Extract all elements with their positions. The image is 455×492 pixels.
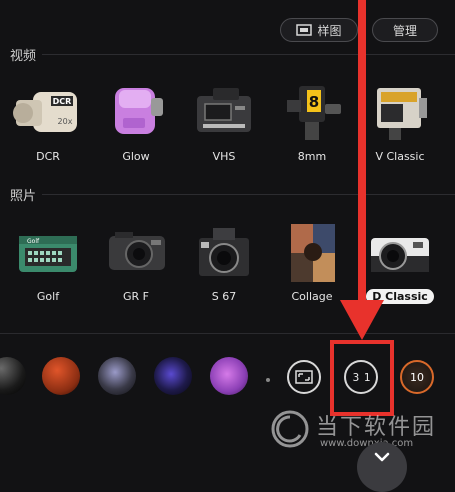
- section-title-video: 视频: [10, 49, 37, 64]
- camera-item-s-67[interactable]: S 67: [184, 222, 264, 304]
- camcorder-v-classic-icon: [377, 88, 427, 140]
- annotation-arrow-shaft: [358, 0, 366, 305]
- section-divider: [42, 54, 455, 55]
- annotation-highlight-box: [330, 340, 394, 416]
- expand-button[interactable]: [357, 442, 407, 492]
- separator-dot: [266, 378, 270, 382]
- lens-filter-purple[interactable]: [154, 357, 192, 395]
- timer-button[interactable]: 10: [400, 360, 434, 394]
- camera-item-golf[interactable]: Golf Golf: [8, 222, 88, 304]
- svg-text:DCR: DCR: [53, 97, 72, 106]
- camera-label: 8mm: [297, 150, 327, 163]
- camera-label: Collage: [291, 290, 333, 303]
- section-divider: [42, 194, 455, 195]
- frame-corners-icon: [295, 370, 313, 384]
- timer-value: 10: [410, 370, 424, 384]
- svg-text:Golf: Golf: [27, 238, 40, 245]
- camera-item-glow[interactable]: Glow: [96, 82, 176, 164]
- camera-label: S 67: [211, 290, 237, 303]
- camera-label: GR F: [123, 290, 149, 303]
- camera-gr-f-icon: [109, 232, 165, 270]
- section-title-photo: 照片: [10, 189, 37, 204]
- manage-label: 管理: [392, 23, 417, 38]
- camera-s-67-icon: [199, 228, 249, 276]
- camera-label: Golf: [36, 290, 60, 303]
- camera-item-v-classic[interactable]: V Classic: [360, 82, 440, 164]
- watermark-main-text: 当下软件园: [316, 415, 437, 440]
- collage-photo-icon: [291, 224, 335, 282]
- camera-item-d-classic[interactable]: D Classic: [360, 222, 440, 304]
- svg-text:8: 8: [309, 93, 319, 111]
- camera-golf-icon: Golf: [19, 236, 77, 272]
- sample-images-label: 样图: [317, 23, 342, 38]
- watermark-logo-icon: [271, 410, 309, 448]
- camcorder-8mm-icon: 8: [287, 86, 341, 140]
- manage-button[interactable]: 管理: [372, 18, 438, 42]
- camera-label: Glow: [122, 150, 150, 163]
- lens-filter-sparkle[interactable]: [210, 357, 248, 395]
- camera-label: VHS: [212, 150, 236, 163]
- lens-filter-orange[interactable]: [42, 357, 80, 395]
- chevron-down-icon: [374, 452, 390, 462]
- annotation-arrow-head: [340, 300, 384, 340]
- camera-item-vhs[interactable]: VHS: [184, 82, 264, 164]
- svg-text:20x: 20x: [58, 117, 73, 126]
- camera-item-gr-f[interactable]: GR F: [96, 222, 176, 304]
- camera-item-8mm[interactable]: 8 8mm: [272, 82, 352, 164]
- lens-filter-black[interactable]: [0, 357, 26, 395]
- camcorder-dcr-icon: DCR 20x: [13, 92, 77, 132]
- bottom-bar-divider: [0, 333, 455, 334]
- camcorder-vhs-icon: [197, 88, 251, 132]
- frame-ratio-button[interactable]: [287, 360, 321, 394]
- watermark: 当下软件园 www.downxia.com: [270, 407, 450, 455]
- camera-item-dcr[interactable]: DCR 20x DCR: [8, 82, 88, 164]
- camera-item-collage[interactable]: Collage: [272, 222, 352, 304]
- camera-label: DCR: [36, 150, 60, 163]
- lens-filter-prism[interactable]: [98, 357, 136, 395]
- camera-d-classic-icon: [371, 238, 429, 272]
- camcorder-glow-icon: [115, 88, 163, 134]
- sample-images-button[interactable]: 样图: [280, 18, 358, 42]
- camera-label: V Classic: [375, 150, 425, 163]
- image-frame-icon: [296, 24, 313, 36]
